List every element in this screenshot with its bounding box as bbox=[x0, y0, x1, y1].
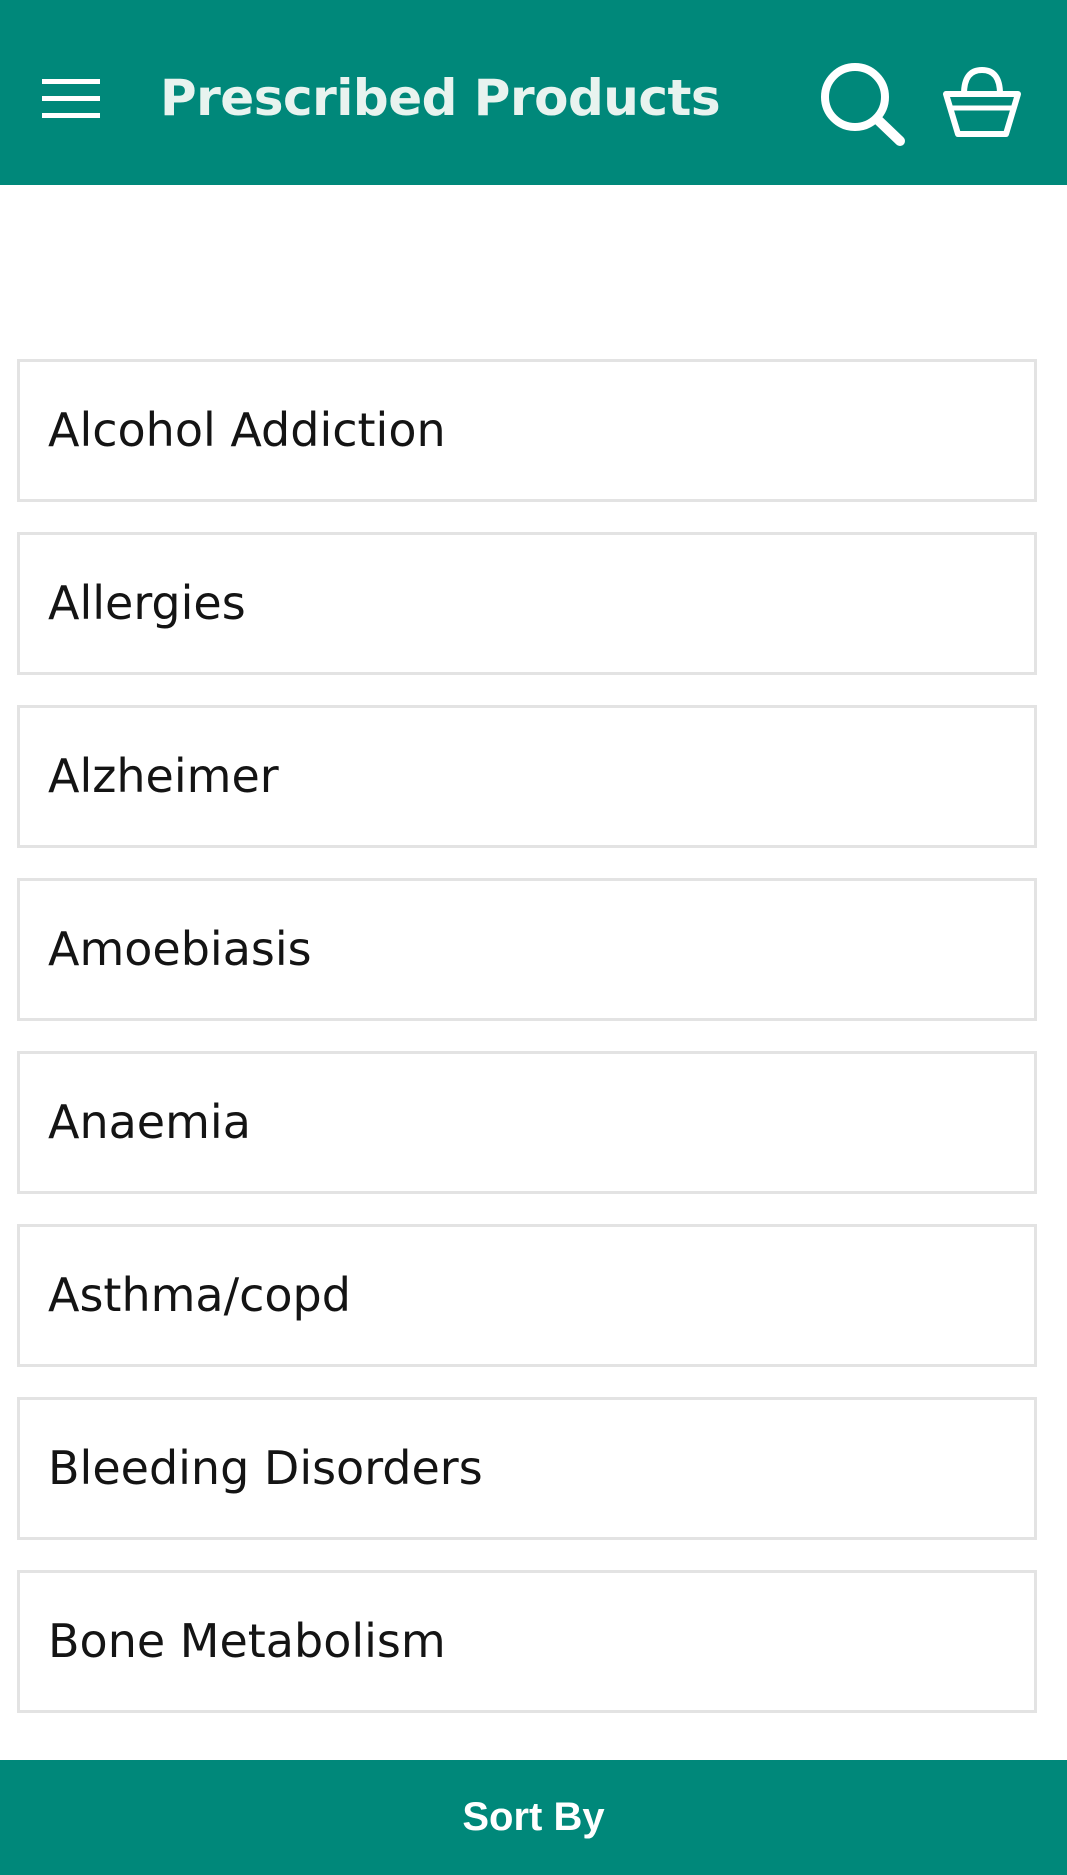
list-item[interactable]: Allergies bbox=[17, 532, 1037, 675]
search-button[interactable] bbox=[818, 60, 908, 146]
list-item-label: Allergies bbox=[48, 576, 246, 630]
cart-button[interactable] bbox=[940, 62, 1024, 142]
list-item[interactable]: Bone Metabolism bbox=[17, 1570, 1037, 1713]
sort-by-button[interactable]: Sort By bbox=[0, 1760, 1067, 1875]
search-icon bbox=[821, 63, 905, 146]
list-item[interactable]: Asthma/copd bbox=[17, 1224, 1037, 1367]
list-item-label: Amoebiasis bbox=[48, 922, 312, 976]
category-list: Alcohol Addiction Allergies Alzheimer Am… bbox=[17, 359, 1037, 1743]
list-item[interactable]: Alzheimer bbox=[17, 705, 1037, 848]
page-title: Prescribed Products bbox=[160, 69, 721, 127]
app-bar: Prescribed Products bbox=[0, 0, 1067, 185]
list-item[interactable]: Alcohol Addiction bbox=[17, 359, 1037, 502]
sort-by-label: Sort By bbox=[462, 1795, 605, 1839]
list-item[interactable]: Bleeding Disorders bbox=[17, 1397, 1037, 1540]
list-item[interactable]: Anaemia bbox=[17, 1051, 1037, 1194]
menu-button[interactable] bbox=[36, 70, 106, 130]
list-item-label: Alcohol Addiction bbox=[48, 403, 446, 457]
list-item-label: Asthma/copd bbox=[48, 1268, 351, 1322]
list-item-label: Alzheimer bbox=[48, 749, 279, 803]
list-item-label: Anaemia bbox=[48, 1095, 251, 1149]
list-item-label: Bone Metabolism bbox=[48, 1614, 446, 1668]
hamburger-menu-icon bbox=[42, 79, 100, 118]
shopping-basket-icon bbox=[943, 66, 1021, 137]
list-item-label: Bleeding Disorders bbox=[48, 1441, 483, 1495]
list-item[interactable]: Amoebiasis bbox=[17, 878, 1037, 1021]
